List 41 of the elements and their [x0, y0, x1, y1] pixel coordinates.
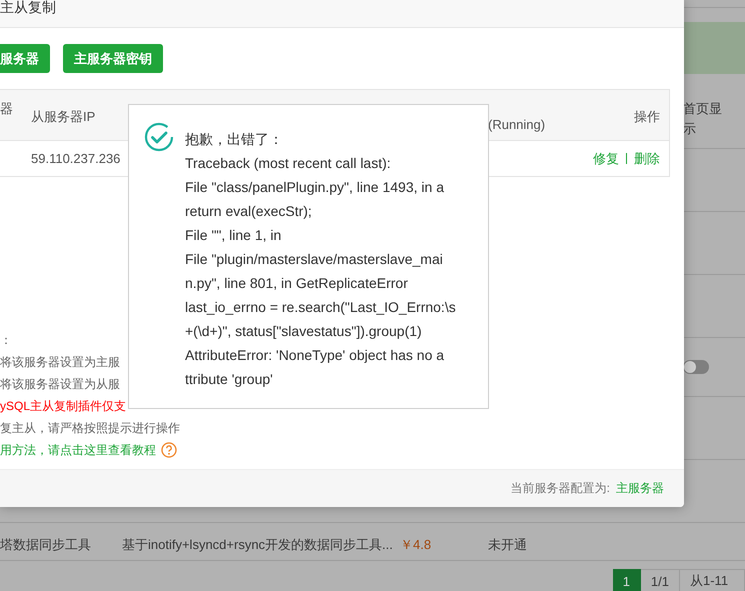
error-line: Traceback (most recent call last):	[185, 154, 392, 173]
tutorial-link[interactable]: 用方法，请点击这里查看教程	[0, 442, 156, 458]
page-button[interactable]: 从1-11	[680, 569, 745, 591]
modal-title: 主从复制	[0, 0, 684, 28]
price: ￥4.8	[400, 536, 432, 554]
error-line: File "", line 1, in	[185, 226, 282, 245]
table-cell-text: 基于inotify+lsyncd+rsync开发的数据同步工具...	[122, 536, 394, 554]
error-line: AttributeError: 'NoneType' object has no a	[185, 346, 446, 365]
note-text: 复主从，请严格按照提示进行操作	[0, 420, 180, 436]
column-header: 器	[0, 100, 13, 118]
error-line: last_io_errno = re.search("Last_IO_Errno:\s	[185, 298, 456, 317]
action-link[interactable]: 删除	[634, 150, 660, 168]
error-heading: 抱歉，出错了：	[185, 130, 284, 149]
action-button[interactable]: 主服务器密钥	[63, 44, 163, 73]
note-text: ySQL主从复制插件仅支	[0, 398, 126, 414]
error-line: File "plugin/masterslave/masterslave_mai	[185, 250, 444, 269]
table-cell: 59.110.237.236	[31, 151, 120, 166]
table-cell-text: 塔数据同步工具	[0, 536, 92, 554]
footer-label: 当前服务器配置为:	[510, 480, 610, 497]
action-button[interactable]: 服务器	[0, 44, 50, 73]
error-line: ttribute 'group'	[185, 370, 274, 389]
help-icon[interactable]	[161, 442, 177, 458]
action-link[interactable]: 修复	[593, 150, 619, 168]
note-text: 将该服务器设置为主服	[0, 354, 120, 370]
column-header: 从服务器IP	[31, 108, 96, 126]
error-line: return eval(execStr);	[185, 202, 313, 221]
table-cell: 未开通	[488, 536, 527, 554]
toggle-switch[interactable]	[683, 360, 709, 374]
column-header: 首页显示	[683, 100, 723, 138]
highlight-row	[683, 22, 745, 74]
page-button[interactable]: 1	[612, 569, 641, 591]
note-text: 将该服务器设置为从服	[0, 376, 120, 392]
error-line: +(\d+)", status["slavestatus"]).group(1)	[185, 322, 423, 341]
page-button[interactable]: 1/1	[640, 569, 680, 591]
column-header: 操作	[634, 108, 660, 126]
error-line: n.py", line 801, in GetReplicateError	[185, 274, 409, 293]
error-line: File "class/panelPlugin.py", line 1493, in a	[185, 178, 445, 197]
note-text: ：	[0, 332, 12, 348]
server-role: 主服务器	[616, 480, 664, 497]
column-header: (Running)	[488, 117, 546, 132]
check-circle-icon	[144, 122, 174, 152]
